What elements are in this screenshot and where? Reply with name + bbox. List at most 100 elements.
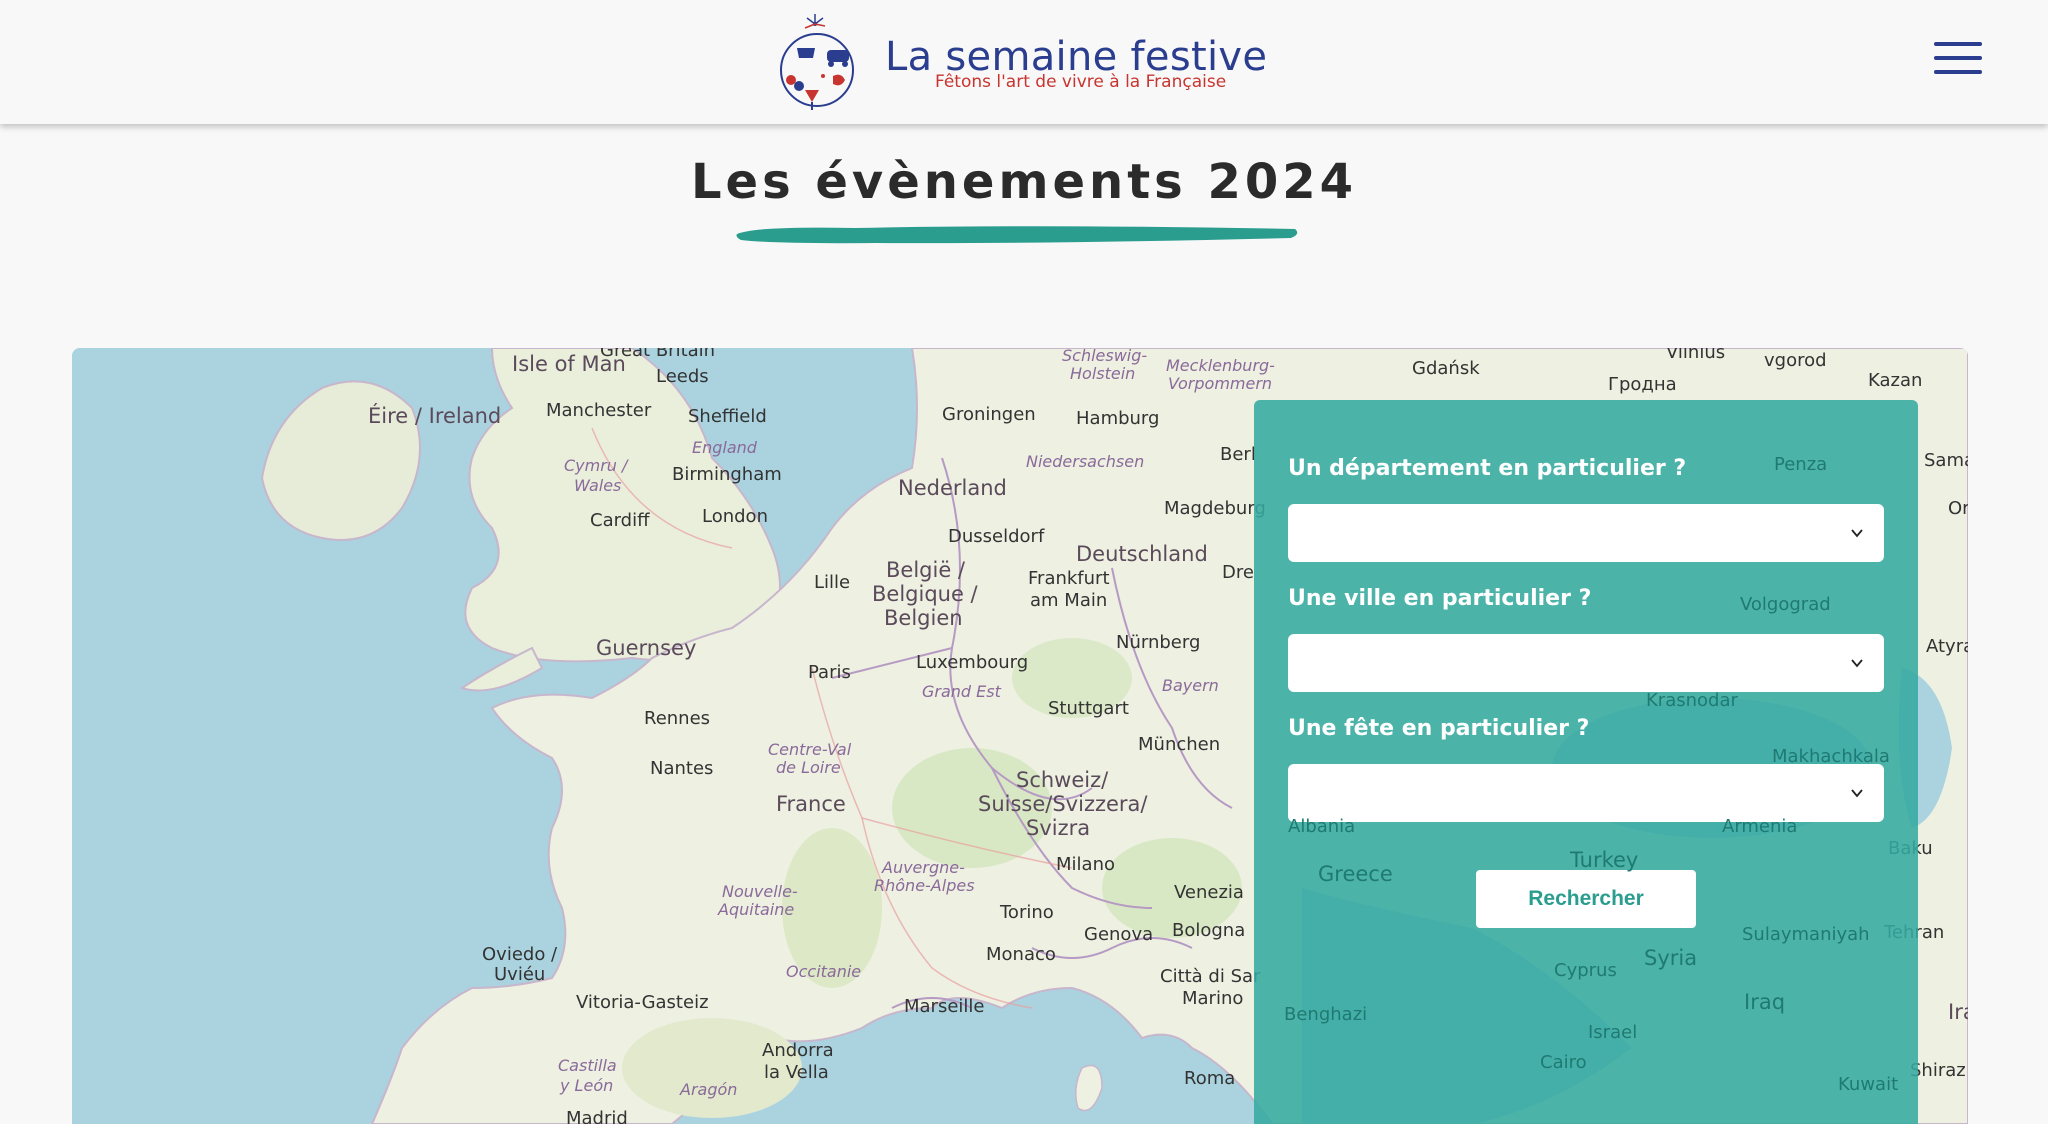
map-label: Schweiz/ bbox=[1016, 768, 1109, 792]
fete-label: Une fête en particulier ? bbox=[1288, 716, 1590, 741]
menu-bar bbox=[1934, 42, 1982, 46]
map-label: Centre-Val bbox=[768, 740, 852, 759]
map-label: y León bbox=[560, 1076, 614, 1095]
map-label: Schleswig- bbox=[1062, 348, 1148, 365]
map-label: München bbox=[1138, 734, 1221, 755]
title-underline-brush bbox=[736, 226, 1298, 244]
map-label: Atyrau bbox=[1926, 636, 1968, 657]
map-label: Éire / Ireland bbox=[368, 404, 502, 428]
map-label: Ira bbox=[1948, 1000, 1968, 1024]
festive-logo-icon bbox=[780, 14, 854, 110]
city-select[interactable] bbox=[1288, 634, 1884, 692]
map-label: Luxembourg bbox=[916, 652, 1029, 673]
map-label: Groningen bbox=[942, 404, 1036, 425]
map-label: Roma bbox=[1184, 1068, 1236, 1089]
map-label: London bbox=[702, 506, 768, 527]
search-button[interactable]: Rechercher bbox=[1476, 870, 1696, 928]
map-label: Paris bbox=[808, 662, 851, 683]
site-header: La semaine festive Fêtons l'art de vivre… bbox=[0, 0, 2048, 124]
map-label: Aragón bbox=[680, 1080, 738, 1099]
map-label: Magdeburg bbox=[1164, 498, 1266, 519]
map-label: vgorod bbox=[1764, 350, 1827, 371]
events-map[interactable]: Great Britain Isle of Man Leeds Éire / I… bbox=[72, 348, 1968, 1124]
map-label: Milano bbox=[1056, 854, 1115, 875]
map-label: Occitanie bbox=[786, 962, 862, 981]
map-label: Vitoria-Gasteiz bbox=[576, 992, 709, 1013]
map-label: Cyprus bbox=[1554, 960, 1617, 981]
department-select[interactable] bbox=[1288, 504, 1884, 562]
map-label: Kazan bbox=[1868, 370, 1923, 391]
page-title: Les évènements 2024 bbox=[690, 154, 1358, 210]
site-logo[interactable]: La semaine festive Fêtons l'art de vivre… bbox=[775, 14, 1267, 114]
map-label: Nouvelle- bbox=[722, 882, 798, 901]
map-label: Dusseldorf bbox=[948, 526, 1045, 547]
event-search-panel: Un département en particulier ? Une vill… bbox=[1254, 400, 1918, 1124]
map-label: Israel bbox=[1588, 1022, 1638, 1043]
map-label: Deutschland bbox=[1076, 542, 1208, 566]
map-label: Gdańsk bbox=[1412, 358, 1480, 379]
map-label: Makhachkala bbox=[1772, 746, 1890, 767]
map-label: Vilnius bbox=[1666, 348, 1726, 363]
map-label: Castilla bbox=[558, 1056, 617, 1075]
logo-tagline: Fêtons l'art de vivre à la Française bbox=[935, 72, 1227, 92]
map-label: Cymru / bbox=[564, 456, 628, 475]
map-label: Svizra bbox=[1026, 816, 1091, 840]
map-label: Auvergne- bbox=[882, 858, 965, 877]
map-label: Samara bbox=[1924, 450, 1968, 471]
map-label: Benghazi bbox=[1284, 1004, 1368, 1025]
map-label: Dre bbox=[1222, 562, 1254, 583]
menu-bar bbox=[1934, 56, 1982, 60]
map-label: Syria bbox=[1644, 946, 1698, 970]
map-label: Turkey bbox=[1570, 848, 1639, 872]
map-label: Sulaymaniyah bbox=[1742, 924, 1870, 945]
map-label: Kuwait bbox=[1838, 1074, 1899, 1095]
map-label: Vorpommern bbox=[1168, 374, 1273, 393]
map-label: England bbox=[692, 438, 757, 457]
map-label: Venezia bbox=[1174, 882, 1244, 903]
map-label: Krasnodar bbox=[1646, 690, 1738, 711]
map-label: Suisse/Svizzera/ bbox=[978, 792, 1148, 816]
map-label: Shiraz bbox=[1910, 1060, 1966, 1081]
map-label: Marino bbox=[1182, 988, 1244, 1009]
map-label: Frankfurt bbox=[1028, 568, 1110, 589]
map-label: België / bbox=[886, 558, 965, 582]
map-label: Holstein bbox=[1070, 364, 1136, 383]
map-label: Birmingham bbox=[672, 464, 782, 485]
map-label: Andorra bbox=[762, 1040, 834, 1061]
map-label: Hamburg bbox=[1076, 408, 1160, 429]
map-label: Oviedo / bbox=[482, 944, 558, 965]
map-label: France bbox=[776, 792, 846, 816]
map-label: Bayern bbox=[1162, 676, 1219, 695]
map-label: Niedersachsen bbox=[1026, 452, 1145, 471]
hamburger-menu-icon[interactable] bbox=[1930, 38, 1986, 78]
map-label: Marseille bbox=[904, 996, 985, 1017]
map-label: Belgien bbox=[884, 606, 963, 630]
map-label: Cardiff bbox=[590, 510, 650, 531]
map-label: Uviéu bbox=[494, 964, 546, 985]
map-label: Rhône-Alpes bbox=[874, 876, 975, 895]
map-label: Cairo bbox=[1540, 1052, 1587, 1073]
map-label: Nantes bbox=[650, 758, 714, 779]
map-label: Monaco bbox=[986, 944, 1056, 965]
map-label: Bologna bbox=[1172, 920, 1246, 941]
map-label: Stuttgart bbox=[1048, 698, 1129, 719]
department-label: Un département en particulier ? bbox=[1288, 456, 1687, 481]
map-label: Torino bbox=[1000, 902, 1054, 923]
map-label: Grand Est bbox=[922, 682, 1001, 701]
map-label: am Main bbox=[1030, 590, 1108, 611]
map-label: Wales bbox=[574, 476, 622, 495]
map-label: Greece bbox=[1318, 862, 1393, 886]
menu-bar bbox=[1934, 70, 1982, 74]
map-label: Leeds bbox=[656, 366, 709, 387]
map-label: Lille bbox=[814, 572, 851, 593]
map-label: la Vella bbox=[764, 1062, 829, 1083]
map-label: Berl bbox=[1220, 444, 1256, 465]
chevron-down-icon bbox=[1851, 659, 1863, 668]
fete-select[interactable] bbox=[1288, 764, 1884, 822]
map-label: Rennes bbox=[644, 708, 711, 729]
map-label: Guernsey bbox=[596, 636, 697, 660]
map-label: Città di Sar bbox=[1160, 966, 1261, 987]
map-label: Belgique / bbox=[872, 582, 978, 606]
map-label: de Loire bbox=[776, 758, 841, 777]
map-label: Albania bbox=[1288, 816, 1356, 837]
